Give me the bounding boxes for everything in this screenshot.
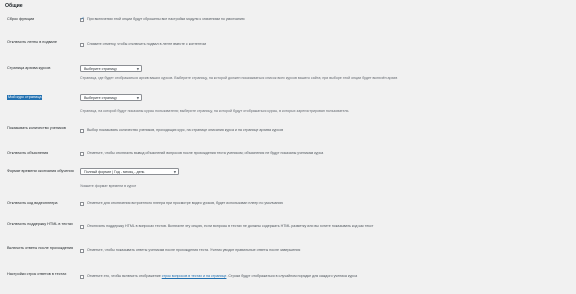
description-text-end: . Строки будут отображаться в случайном … xyxy=(226,274,358,278)
setting-description: Страница, где будет отображаться архив в… xyxy=(80,76,398,80)
chevron-down-icon: ▼ xyxy=(173,170,176,174)
answer-rows-checkbox[interactable] xyxy=(80,274,84,279)
setting-description: Страница, на которой будут показаны курс… xyxy=(80,109,349,113)
select-value: Выберите страницу xyxy=(84,67,117,71)
chevron-down-icon: ▼ xyxy=(136,67,139,71)
setting-description: Отметьте для отключения встроенного плее… xyxy=(87,201,284,205)
reset-checkbox[interactable] xyxy=(80,16,85,22)
setting-description: Отметьте, чтобы показывать ответы ученик… xyxy=(87,248,301,252)
chevron-down-icon: ▼ xyxy=(136,96,139,100)
setting-description: Выбор показывать количество учеников, пр… xyxy=(87,128,284,132)
setting-label: Показывать количество учеников xyxy=(7,126,66,130)
setting-label: Сброс функции xyxy=(7,17,35,21)
setting-label: Страница архива курсов xyxy=(7,66,51,70)
setting-label: Отключить код видеоплеера xyxy=(7,201,58,205)
description-text: Отметьте это, чтобы включить отображение xyxy=(87,274,161,278)
courses-archive-select[interactable]: Выберите страницу ▼ xyxy=(80,65,142,72)
setting-label: Включить ответы после прохождения xyxy=(7,246,74,250)
setting-label: Отключить ленты в подвале xyxy=(7,40,57,44)
section-title: Общие xyxy=(5,3,23,9)
setting-description: Отметьте, чтобы отключить вывод объяснен… xyxy=(87,151,324,155)
html-support-checkbox[interactable] xyxy=(80,224,84,229)
setting-label: Отключить объяснения xyxy=(7,151,49,155)
setting-label: Мой курс страница xyxy=(7,95,43,100)
setting-description: Снимите отметку, чтобы отключить подвал … xyxy=(87,42,206,46)
setting-label: Настройки строк ответов в тестах xyxy=(7,272,67,276)
explanations-checkbox[interactable] xyxy=(80,151,84,156)
answers-checkbox[interactable] xyxy=(80,248,84,253)
setting-description: Отметьте это, чтобы включить отображение… xyxy=(87,274,357,278)
description-link[interactable]: строк вопросов в тестах и на странице xyxy=(162,274,227,278)
footer-checkbox[interactable] xyxy=(80,42,84,47)
setting-label: Формат времени окончания обучения xyxy=(7,169,74,173)
setting-description: Укажите формат времени в курсе xyxy=(80,184,137,188)
select-value: Полный формат | Год - месяц - день xyxy=(84,170,145,174)
students-count-checkbox[interactable] xyxy=(80,128,84,133)
setting-label: Отключить поддержку HTML в тестах xyxy=(7,222,73,226)
my-course-select[interactable]: Выберите страницу ▼ xyxy=(80,94,142,101)
select-value: Выберите страницу xyxy=(84,96,117,100)
setting-description: При включении этой опции будут сброшены … xyxy=(87,17,245,21)
setting-description: Отключить поддержку HTML в вопросах тест… xyxy=(87,224,374,228)
video-player-checkbox[interactable] xyxy=(80,201,84,206)
time-format-select[interactable]: Полный формат | Год - месяц - день ▼ xyxy=(80,168,179,175)
